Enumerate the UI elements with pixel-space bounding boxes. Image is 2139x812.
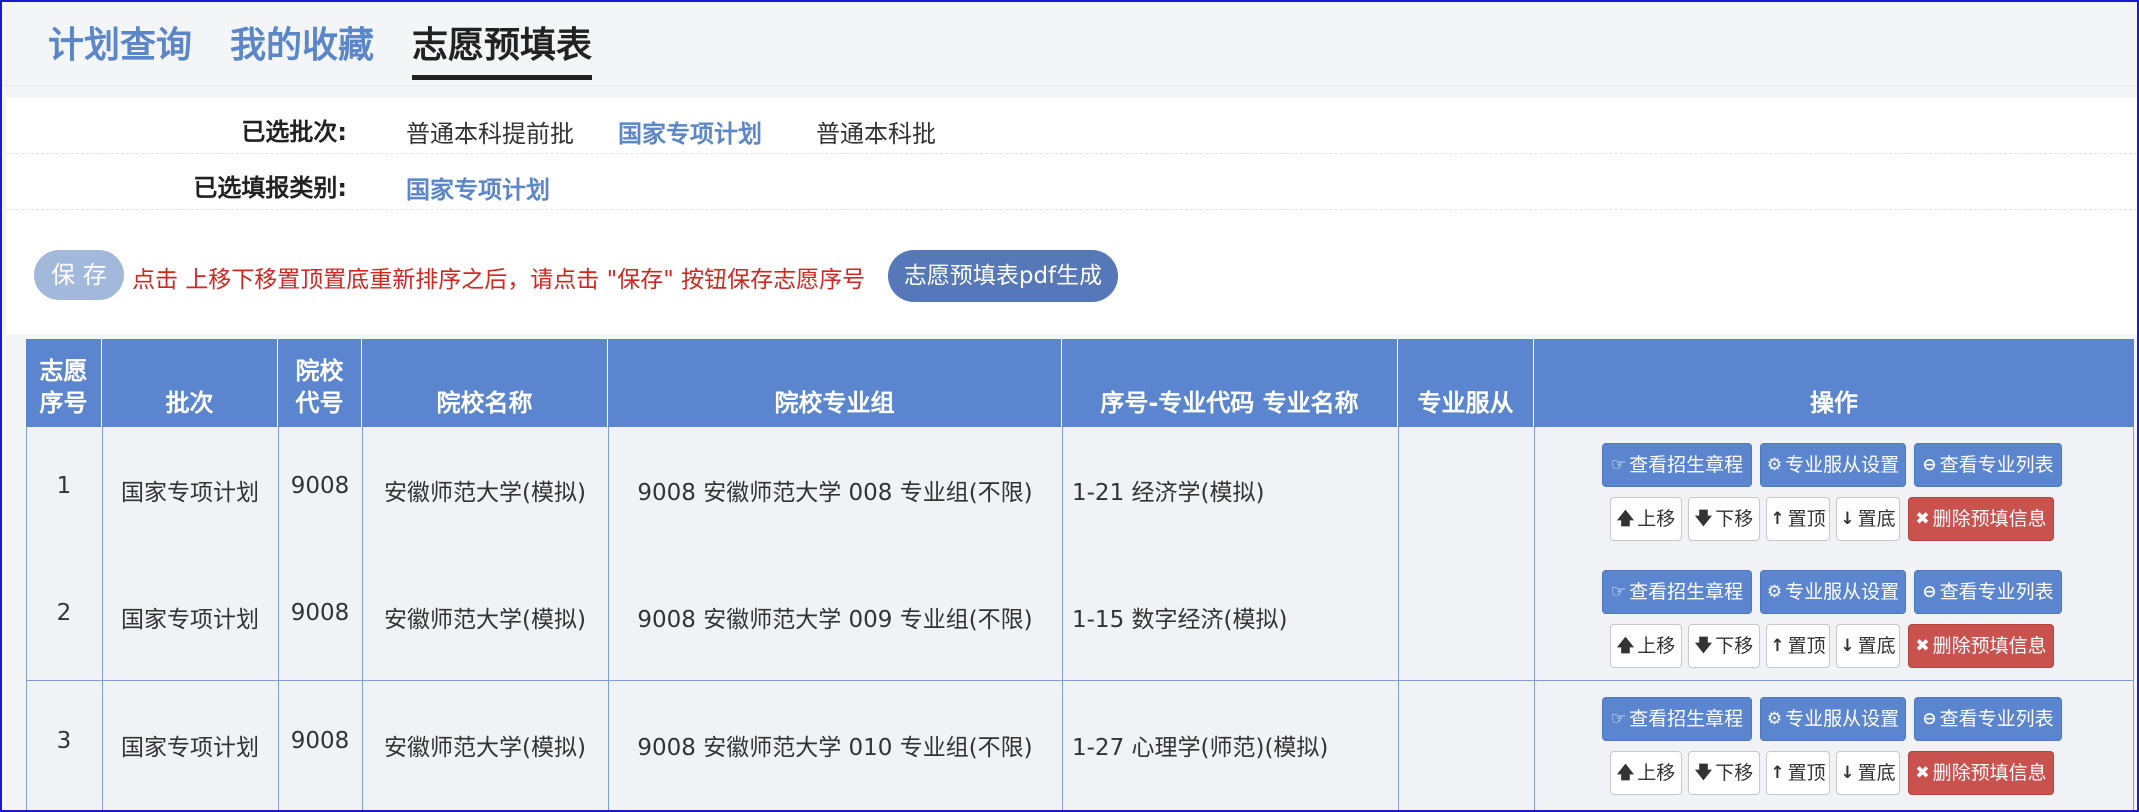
- cell-code: 9008: [290, 473, 350, 499]
- top-tabs: 计划查询 我的收藏 志愿预填表: [2, 2, 2137, 86]
- to-top-button[interactable]: ↑ 置顶: [1766, 497, 1830, 541]
- move-up-button[interactable]: 🡅 上移: [1610, 497, 1682, 541]
- app-frame: 计划查询 我的收藏 志愿预填表 已选批次: 普通本科提前批 国家专项计划 普通本…: [0, 0, 2139, 812]
- move-up-button[interactable]: 🡅 上移: [1610, 624, 1682, 668]
- hand-point-icon: ☞: [1610, 582, 1627, 602]
- cell-batch: 国家专项计划: [121, 480, 259, 506]
- view-rules-button[interactable]: ☞ 查看招生章程: [1602, 443, 1752, 487]
- view-rules-button[interactable]: ☞ 查看招生章程: [1602, 570, 1752, 614]
- move-down-button[interactable]: 🡇 下移: [1688, 497, 1760, 541]
- tab-preference-form[interactable]: 志愿预填表: [412, 22, 593, 80]
- table-row: 3 国家专项计划 9008 安徽师范大学(模拟) 9008 安徽师范大学 010…: [26, 681, 2134, 810]
- arrow-up-icon: 🡅: [1616, 509, 1635, 529]
- table-body: 1 国家专项计划 9008 安徽师范大学(模拟) 9008 安徽师范大学 008…: [26, 427, 2134, 810]
- cell-seq: 2: [56, 600, 72, 626]
- header-code: 院校 代号: [278, 339, 362, 427]
- search-icon: ⊖: [1922, 582, 1937, 602]
- save-bar: 保 存 点击 上移下移置顶置底重新排序之后，请点击 "保存" 按钮保存志愿序号 …: [6, 210, 2137, 334]
- cell-seq: 1: [56, 473, 72, 499]
- hand-point-icon: ☞: [1610, 709, 1627, 729]
- category-label: 已选填报类别:: [193, 174, 347, 202]
- delete-button[interactable]: ✖ 删除预填信息: [1908, 624, 2054, 668]
- batch-label: 已选批次:: [241, 118, 347, 146]
- batch-option-regular[interactable]: 普通本科批: [816, 114, 936, 149]
- delete-button[interactable]: ✖ 删除预填信息: [1908, 751, 2054, 795]
- cell-code: 9008: [290, 600, 350, 626]
- search-icon: ⊖: [1922, 455, 1937, 475]
- move-up-button[interactable]: 🡅 上移: [1610, 751, 1682, 795]
- move-down-button[interactable]: 🡇 下移: [1688, 624, 1760, 668]
- to-bottom-button[interactable]: ↓ 置底: [1836, 751, 1900, 795]
- header-ops: 操作: [1810, 389, 1858, 417]
- obey-settings-button[interactable]: ⚙ 专业服从设置: [1760, 697, 1906, 741]
- hand-point-icon: ☞: [1610, 455, 1627, 475]
- cell-major: 1-21 经济学(模拟): [1072, 480, 1265, 506]
- cell-batch: 国家专项计划: [121, 735, 259, 761]
- tab-my-favorites[interactable]: 我的收藏: [230, 22, 374, 70]
- cell-group: 9008 安徽师范大学 009 专业组(不限): [637, 607, 1033, 633]
- obey-settings-button[interactable]: ⚙ 专业服从设置: [1760, 443, 1906, 487]
- view-majors-button[interactable]: ⊖ 查看专业列表: [1914, 697, 2062, 741]
- table-header: 志愿 序号 批次 院校 代号 院校名称 院校专业组 序号-专业代码 专业名称 专业服…: [26, 339, 2134, 427]
- cell-school: 安徽师范大学(模拟): [384, 735, 586, 761]
- gear-icon: ⚙: [1766, 709, 1783, 729]
- delete-button[interactable]: ✖ 删除预填信息: [1908, 497, 2054, 541]
- gear-icon: ⚙: [1766, 455, 1783, 475]
- header-obey: 专业服从: [1398, 339, 1534, 427]
- arrow-bottom-icon: ↓: [1840, 763, 1855, 783]
- to-top-button[interactable]: ↑ 置顶: [1766, 624, 1830, 668]
- to-bottom-button[interactable]: ↓ 置底: [1836, 497, 1900, 541]
- arrow-down-icon: 🡇: [1694, 636, 1713, 656]
- category-filter-row: 已选填报类别: 国家专项计划: [6, 154, 2137, 210]
- gear-icon: ⚙: [1766, 582, 1783, 602]
- arrow-bottom-icon: ↓: [1840, 509, 1855, 529]
- filters-panel: 已选批次: 普通本科提前批 国家专项计划 普通本科批 已选填报类别: 国家专项计…: [6, 98, 2137, 210]
- move-down-button[interactable]: 🡇 下移: [1688, 751, 1760, 795]
- search-icon: ⊖: [1922, 709, 1937, 729]
- arrow-bottom-icon: ↓: [1840, 636, 1855, 656]
- view-majors-button[interactable]: ⊖ 查看专业列表: [1914, 443, 2062, 487]
- batch-option-national[interactable]: 国家专项计划: [618, 114, 762, 149]
- header-group: 院校专业组: [608, 339, 1062, 427]
- cell-major: 1-15 数字经济(模拟): [1072, 607, 1288, 633]
- cell-group: 9008 安徽师范大学 008 专业组(不限): [637, 480, 1033, 506]
- save-button[interactable]: 保 存: [34, 250, 124, 300]
- batch-option-early[interactable]: 普通本科提前批: [406, 114, 574, 149]
- obey-settings-button[interactable]: ⚙ 专业服从设置: [1760, 570, 1906, 614]
- cell-group: 9008 安徽师范大学 010 专业组(不限): [637, 735, 1033, 761]
- close-icon: ✖: [1915, 509, 1930, 529]
- view-majors-button[interactable]: ⊖ 查看专业列表: [1914, 570, 2062, 614]
- category-value[interactable]: 国家专项计划: [406, 170, 550, 205]
- cell-batch: 国家专项计划: [121, 607, 259, 633]
- close-icon: ✖: [1915, 763, 1930, 783]
- cell-code: 9008: [290, 728, 350, 754]
- header-seq: 志愿 序号: [26, 339, 102, 427]
- to-top-button[interactable]: ↑ 置顶: [1766, 751, 1830, 795]
- preference-table: 志愿 序号 批次 院校 代号 院校名称 院校专业组 序号-专业代码 专业名称 专业服…: [26, 339, 2134, 810]
- tab-plan-query[interactable]: 计划查询: [48, 22, 192, 70]
- header-school: 院校名称: [362, 339, 608, 427]
- table-row: 1 国家专项计划 9008 安徽师范大学(模拟) 9008 安徽师范大学 008…: [26, 427, 2134, 553]
- batch-filter-row: 已选批次: 普通本科提前批 国家专项计划 普通本科批: [6, 98, 2137, 154]
- arrow-top-icon: ↑: [1770, 509, 1785, 529]
- generate-pdf-button[interactable]: 志愿预填表pdf生成: [888, 250, 1118, 302]
- cell-major: 1-27 心理学(师范)(模拟): [1072, 735, 1329, 761]
- cell-school: 安徽师范大学(模拟): [384, 607, 586, 633]
- arrow-top-icon: ↑: [1770, 763, 1785, 783]
- cell-seq: 3: [56, 728, 72, 754]
- header-batch: 批次: [102, 339, 278, 427]
- arrow-down-icon: 🡇: [1694, 763, 1713, 783]
- arrow-up-icon: 🡅: [1616, 636, 1635, 656]
- arrow-down-icon: 🡇: [1694, 509, 1713, 529]
- header-major: 序号-专业代码 专业名称: [1062, 339, 1398, 427]
- to-bottom-button[interactable]: ↓ 置底: [1836, 624, 1900, 668]
- close-icon: ✖: [1915, 636, 1930, 656]
- arrow-up-icon: 🡅: [1616, 763, 1635, 783]
- cell-school: 安徽师范大学(模拟): [384, 480, 586, 506]
- arrow-top-icon: ↑: [1770, 636, 1785, 656]
- table-row: 2 国家专项计划 9008 安徽师范大学(模拟) 9008 安徽师范大学 009…: [26, 553, 2134, 680]
- view-rules-button[interactable]: ☞ 查看招生章程: [1602, 697, 1752, 741]
- save-hint: 点击 上移下移置顶置底重新排序之后，请点击 "保存" 按钮保存志愿序号: [132, 267, 866, 293]
